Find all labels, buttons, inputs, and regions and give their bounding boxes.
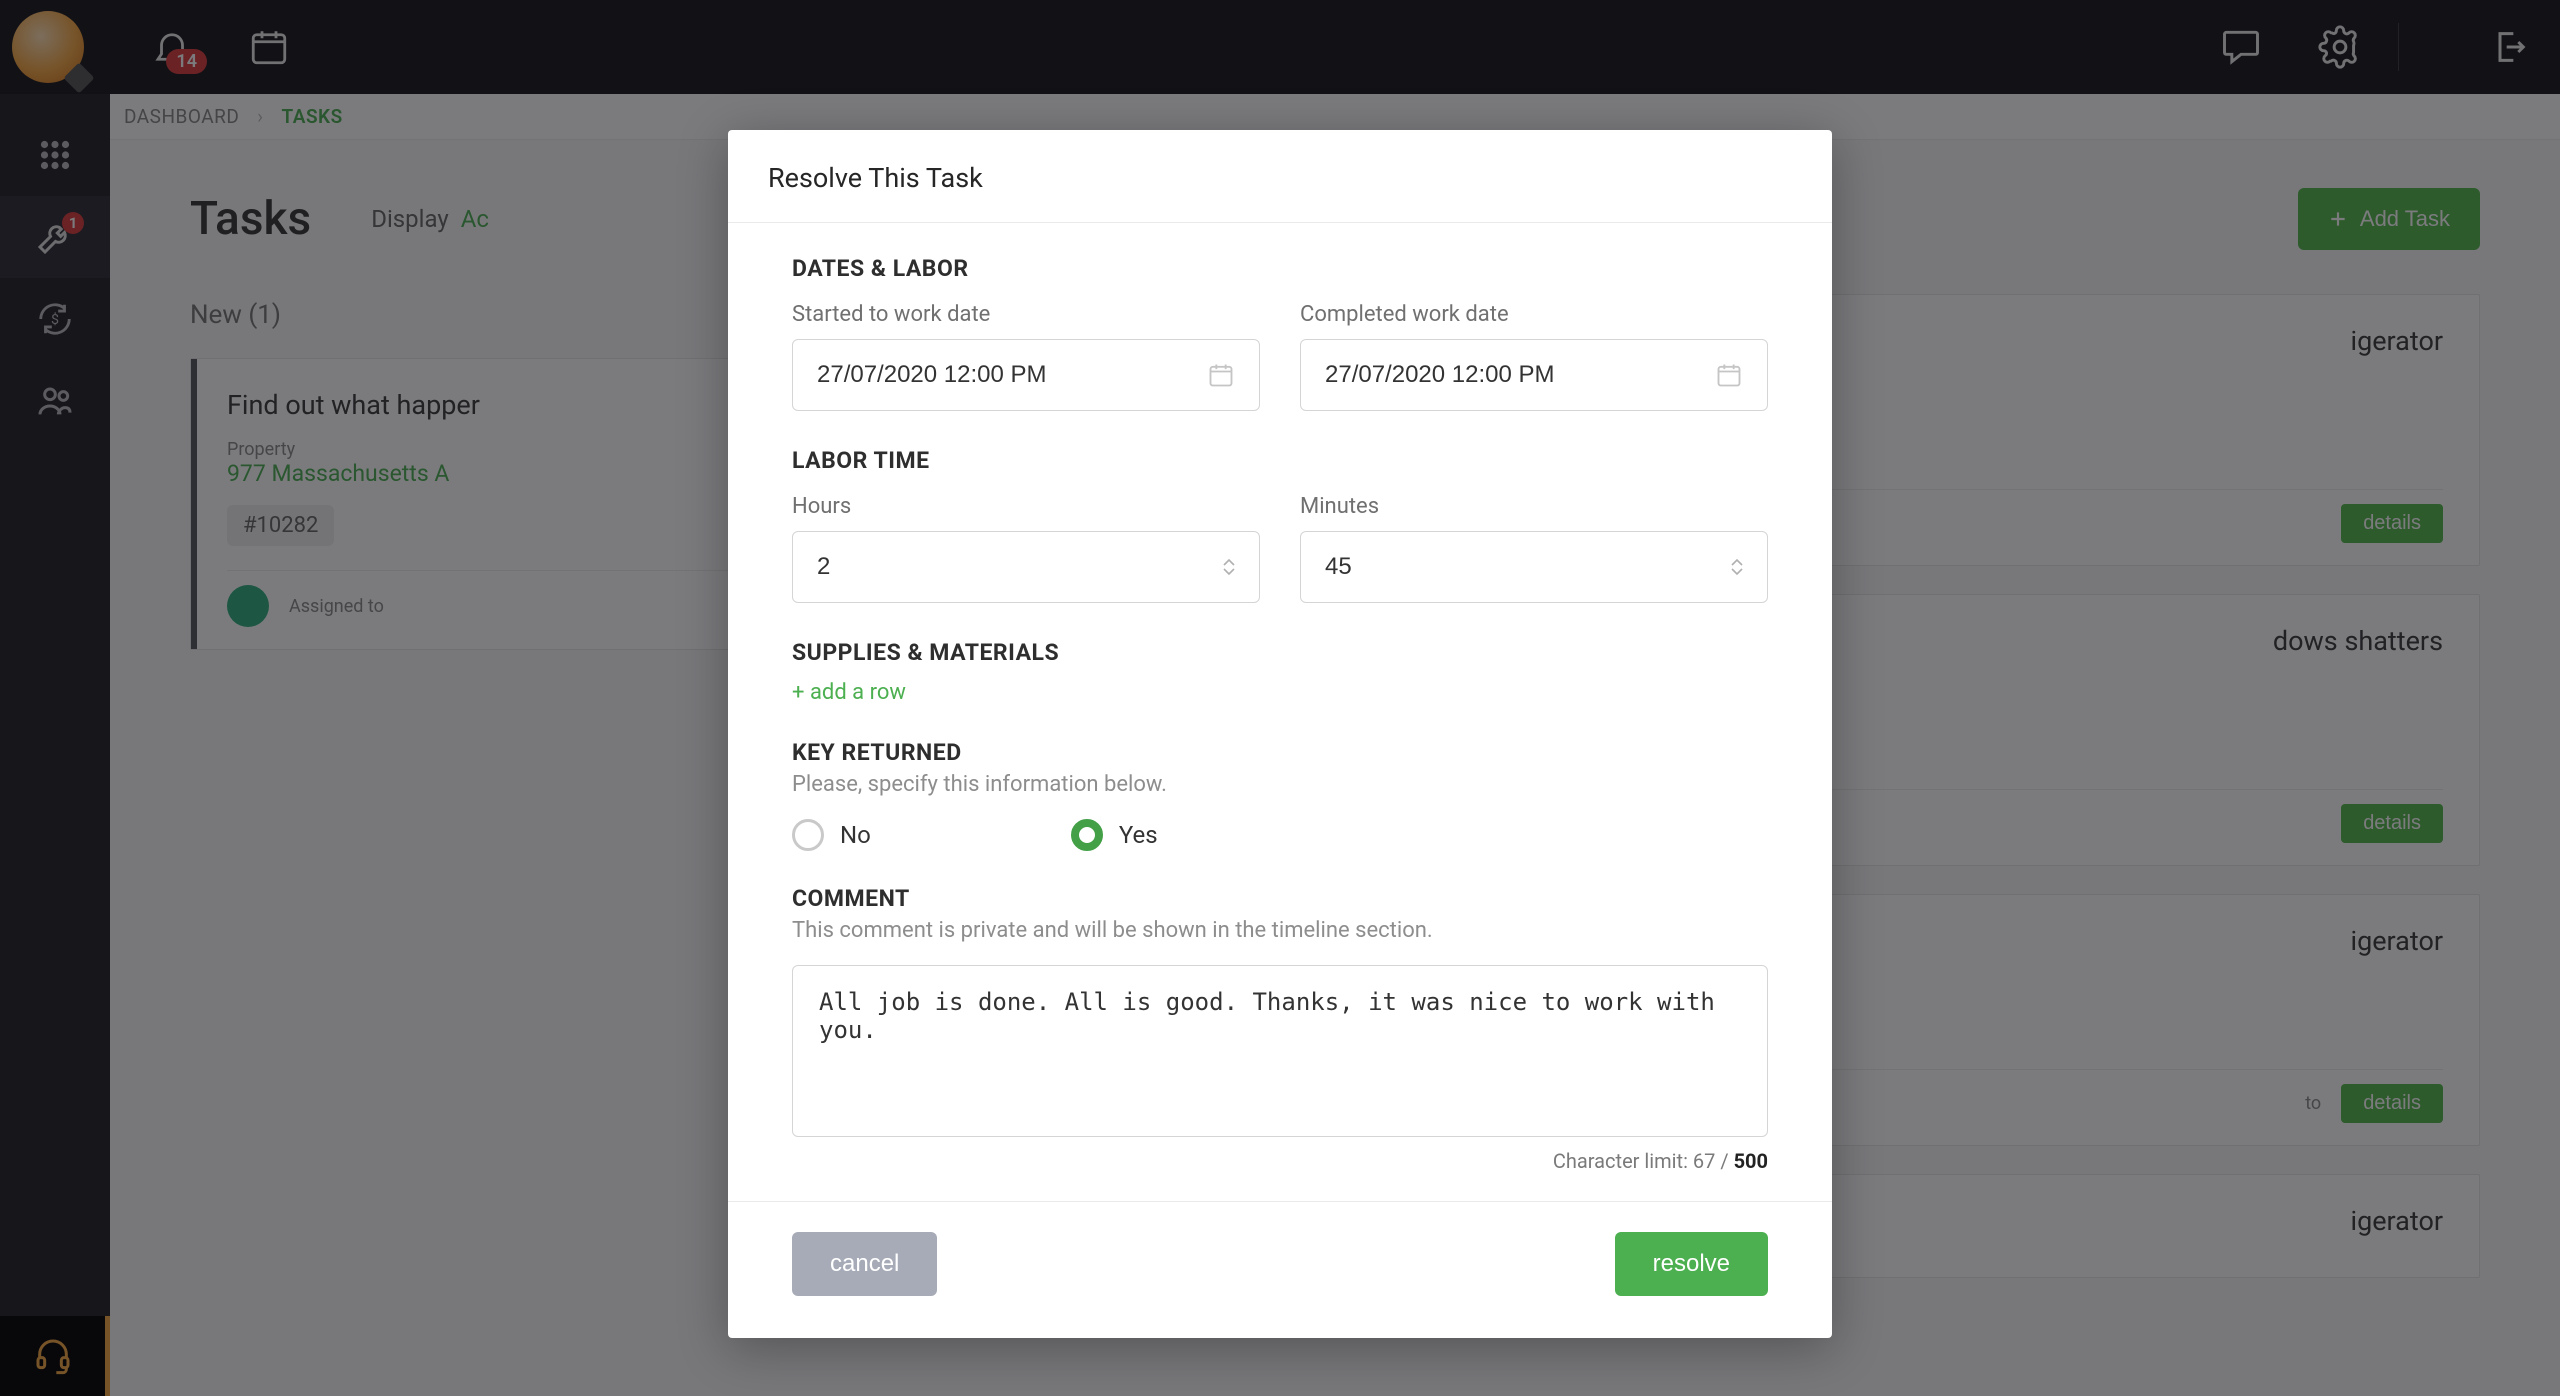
started-date-input[interactable] [792, 339, 1260, 411]
comment-subtitle: This comment is private and will be show… [792, 918, 1768, 943]
chevron-down-icon [1731, 568, 1743, 576]
char-sep: / [1715, 1149, 1733, 1173]
completed-date-label: Completed work date [1300, 302, 1768, 327]
radio-yes-label: Yes [1119, 821, 1158, 849]
section-comment: COMMENT [792, 885, 1768, 912]
chevron-up-icon [1731, 558, 1743, 566]
minutes-label: Minutes [1300, 494, 1768, 519]
chevron-down-icon [1223, 568, 1235, 576]
radio-yes[interactable]: Yes [1071, 819, 1158, 851]
calendar-icon[interactable] [1207, 361, 1235, 389]
resolve-task-modal: Resolve This Task DATES & LABOR Started … [728, 130, 1832, 1338]
chevron-up-icon [1223, 558, 1235, 566]
completed-date-input[interactable] [1300, 339, 1768, 411]
hours-input[interactable] [792, 531, 1260, 603]
radio-no-label: No [840, 821, 871, 849]
calendar-icon[interactable] [1715, 361, 1743, 389]
char-limit-prefix: Character limit: [1553, 1149, 1693, 1173]
radio-dot [792, 819, 824, 851]
section-key-returned: KEY RETURNED [792, 739, 1768, 766]
resolve-button[interactable]: resolve [1615, 1232, 1768, 1296]
completed-date-field[interactable] [1325, 361, 1715, 389]
key-returned-subtitle: Please, specify this information below. [792, 772, 1768, 797]
character-limit: Character limit: 67 / 500 [792, 1149, 1768, 1173]
number-stepper[interactable] [1223, 558, 1235, 576]
char-count: 67 [1693, 1149, 1715, 1173]
add-row-button[interactable]: + add a row [792, 680, 1768, 705]
section-labor-time: LABOR TIME [792, 447, 1768, 474]
started-date-label: Started to work date [792, 302, 1260, 327]
section-supplies: SUPPLIES & MATERIALS [792, 639, 1768, 666]
modal-title: Resolve This Task [728, 130, 1832, 223]
char-max: 500 [1734, 1149, 1768, 1173]
started-date-field[interactable] [817, 361, 1207, 389]
number-stepper[interactable] [1731, 558, 1743, 576]
section-dates-labor: DATES & LABOR [792, 255, 1768, 282]
hours-label: Hours [792, 494, 1260, 519]
comment-textarea[interactable] [792, 965, 1768, 1137]
hours-field[interactable] [817, 553, 1223, 581]
radio-dot [1071, 819, 1103, 851]
radio-no[interactable]: No [792, 819, 871, 851]
cancel-button[interactable]: cancel [792, 1232, 937, 1296]
minutes-field[interactable] [1325, 553, 1731, 581]
minutes-input[interactable] [1300, 531, 1768, 603]
